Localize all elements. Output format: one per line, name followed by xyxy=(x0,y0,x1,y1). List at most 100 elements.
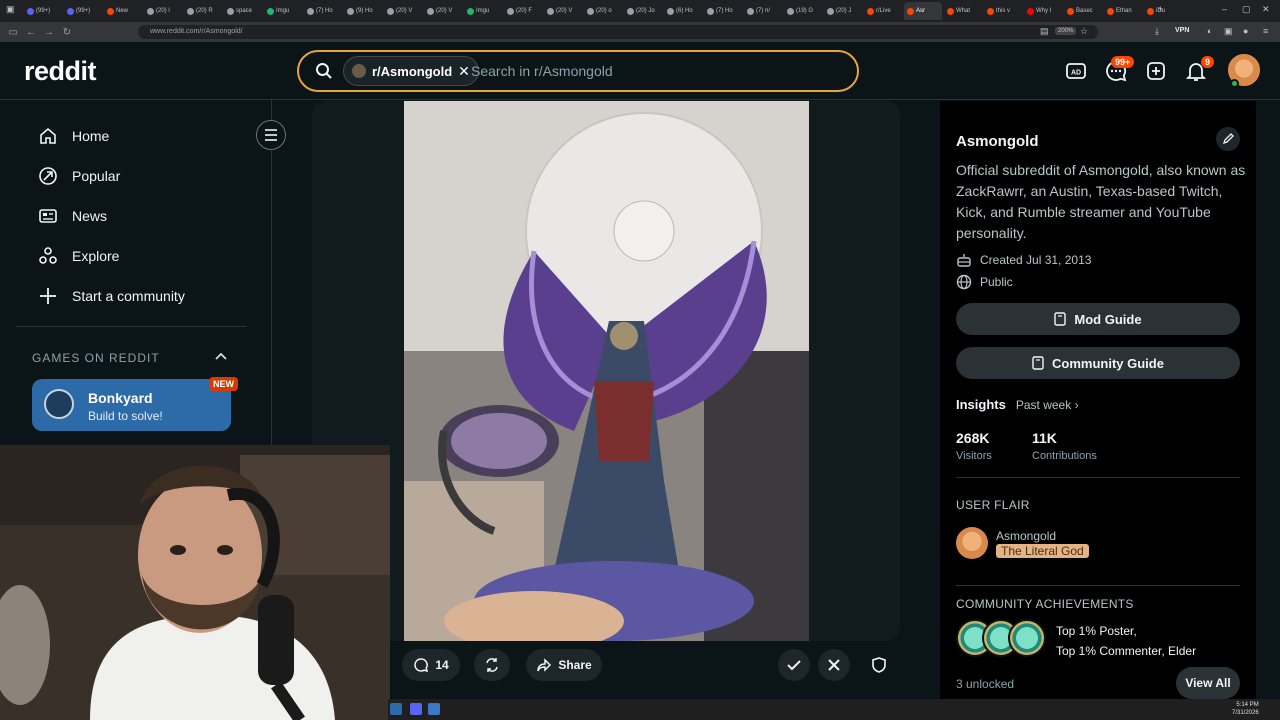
browser-tab[interactable]: What xyxy=(944,2,982,20)
tab-label: this v xyxy=(996,8,1011,14)
panel-divider xyxy=(956,585,1240,586)
bookmark-star-icon[interactable]: ☆ xyxy=(1080,26,1088,37)
browser-tab[interactable]: (7) Ho xyxy=(304,2,342,20)
browser-tab[interactable]: (19) G xyxy=(784,2,822,20)
new-tab-icon[interactable]: + xyxy=(1158,4,1163,14)
browser-tab[interactable]: Imgu xyxy=(464,2,502,20)
profile-icon[interactable]: ● xyxy=(1243,26,1248,36)
wallet-icon[interactable]: ▣ xyxy=(1224,26,1233,37)
browser-tab[interactable]: Imgu xyxy=(264,2,302,20)
search-bar[interactable]: r/Asmongold ✕ Search in r/Asmongold xyxy=(297,50,859,92)
share-button[interactable]: Share xyxy=(526,649,602,681)
flair-username[interactable]: Asmongold xyxy=(996,529,1056,543)
browser-tab[interactable]: (99+) xyxy=(64,2,102,20)
taskbar-clock[interactable]: 5:14 PM 7/31/2026 xyxy=(1232,701,1259,717)
contributions-label: Contributions xyxy=(1032,450,1097,462)
tab-favicon-icon xyxy=(267,7,274,15)
mod-guide-label: Mod Guide xyxy=(1074,311,1142,327)
games-section-heading[interactable]: GAMES ON REDDIT xyxy=(32,351,160,365)
search-input[interactable]: Search in r/Asmongold xyxy=(471,63,613,79)
vpn-badge[interactable]: VPN xyxy=(1175,27,1189,34)
collapse-sidebar-button[interactable] xyxy=(256,120,286,150)
book-icon xyxy=(1032,356,1044,370)
create-post-icon[interactable] xyxy=(1144,59,1168,83)
flair-tag[interactable]: The Literal God xyxy=(996,544,1089,558)
crosspost-button[interactable] xyxy=(474,649,510,681)
view-all-button[interactable]: View All xyxy=(1176,667,1240,699)
windows-start-icon[interactable] xyxy=(390,703,402,715)
sidebar-item-popular[interactable]: Popular xyxy=(38,164,120,188)
browser-tab[interactable]: (20) V xyxy=(544,2,582,20)
browser-tab[interactable]: (7) Ho xyxy=(704,2,742,20)
achievement-badge-icon xyxy=(1008,619,1046,657)
maximize-icon[interactable]: ▢ xyxy=(1242,4,1251,15)
browser-tab[interactable]: (6) Ho xyxy=(664,2,702,20)
browser-tab[interactable]: (20) o xyxy=(584,2,622,20)
back-icon[interactable]: ← xyxy=(22,27,40,38)
browser-tab[interactable]: (20) V xyxy=(384,2,422,20)
url-bar[interactable]: www.reddit.com/r/Asmongold/ xyxy=(138,25,1098,39)
browser-tab[interactable]: (9) Ho xyxy=(344,2,382,20)
browser-tab[interactable]: (20) Jo xyxy=(624,2,662,20)
minimize-icon[interactable]: – xyxy=(1222,4,1227,14)
tab-favicon-icon xyxy=(947,7,954,15)
browser-menu-icon[interactable]: ≡ xyxy=(1263,26,1268,36)
sidebar-item-explore[interactable]: Explore xyxy=(38,244,119,268)
mod-shield-button[interactable] xyxy=(864,649,894,681)
achievement-badges[interactable] xyxy=(956,619,1046,659)
app-taskbar-icon[interactable] xyxy=(410,703,422,715)
edit-community-button[interactable] xyxy=(1216,127,1240,151)
extension-icon[interactable]: ◐ xyxy=(1207,26,1212,36)
forward-icon[interactable]: → xyxy=(40,27,58,38)
insights-row[interactable]: Insights Past week › xyxy=(956,397,1079,412)
browser-tab[interactable]: (20) J xyxy=(824,2,862,20)
browser-tab[interactable]: (7) n/ xyxy=(744,2,782,20)
mod-guide-button[interactable]: Mod Guide xyxy=(956,303,1240,335)
clear-chip-icon[interactable]: ✕ xyxy=(458,63,470,80)
reload-icon[interactable]: ↻ xyxy=(58,27,76,38)
panel-divider xyxy=(956,477,1240,478)
advertise-icon[interactable]: AD xyxy=(1064,59,1088,83)
browser-tab[interactable]: Asr xyxy=(904,2,942,20)
browser-tab[interactable]: space xyxy=(224,2,262,20)
subreddit-search-chip[interactable]: r/Asmongold ✕ xyxy=(343,56,479,86)
browser-tab[interactable]: (20) V xyxy=(424,2,462,20)
book-icon xyxy=(1054,312,1067,326)
app-taskbar-icon[interactable] xyxy=(428,703,440,715)
browser-tab[interactable]: Why I xyxy=(1024,2,1062,20)
sidebar-item-home[interactable]: Home xyxy=(38,124,109,148)
visibility-label: Public xyxy=(980,275,1013,289)
checkmark-icon xyxy=(787,660,801,671)
remove-button[interactable] xyxy=(818,649,850,681)
insights-period[interactable]: Past week xyxy=(1016,398,1071,412)
tab-favicon-icon xyxy=(347,7,354,15)
download-icon[interactable]: ⤓ xyxy=(1155,26,1159,37)
browser-tab[interactable]: this v xyxy=(984,2,1022,20)
browser-tab[interactable]: Basec xyxy=(1064,2,1102,20)
browser-tab[interactable]: (20) R xyxy=(184,2,222,20)
browser-tab[interactable]: (20) F xyxy=(504,2,542,20)
game-card-bonkyard[interactable]: Bonkyard Build to solve! xyxy=(32,379,231,431)
sidebar-toggle-icon[interactable]: ▭ xyxy=(4,27,22,38)
browser-tab[interactable]: (20) l xyxy=(144,2,182,20)
sidebar-item-start-community[interactable]: Start a community xyxy=(38,284,185,308)
browser-tab[interactable]: (99+) xyxy=(24,2,62,20)
community-description: Official subreddit of Asmongold, also kn… xyxy=(956,162,1246,241)
reader-icon[interactable]: ▤ xyxy=(1040,26,1049,37)
post-image[interactable] xyxy=(404,101,809,641)
approve-button[interactable] xyxy=(778,649,810,681)
reddit-logo[interactable]: reddit xyxy=(24,56,97,87)
close-window-icon[interactable]: ✕ xyxy=(1262,4,1270,15)
tab-menu-icon[interactable]: ▣ xyxy=(6,4,15,15)
tab-label: (99+) xyxy=(36,8,51,14)
zoom-level[interactable]: 200% xyxy=(1055,27,1077,35)
os-taskbar xyxy=(388,699,1280,720)
browser-tab[interactable]: Ethan xyxy=(1104,2,1142,20)
community-guide-button[interactable]: Community Guide xyxy=(956,347,1240,379)
browser-tab[interactable]: r/Live xyxy=(864,2,902,20)
tab-favicon-icon xyxy=(427,7,434,15)
comments-button[interactable]: 14 xyxy=(402,649,460,681)
sidebar-item-news[interactable]: News xyxy=(38,204,107,228)
chevron-up-icon[interactable] xyxy=(214,350,228,364)
browser-tab[interactable]: New xyxy=(104,2,142,20)
